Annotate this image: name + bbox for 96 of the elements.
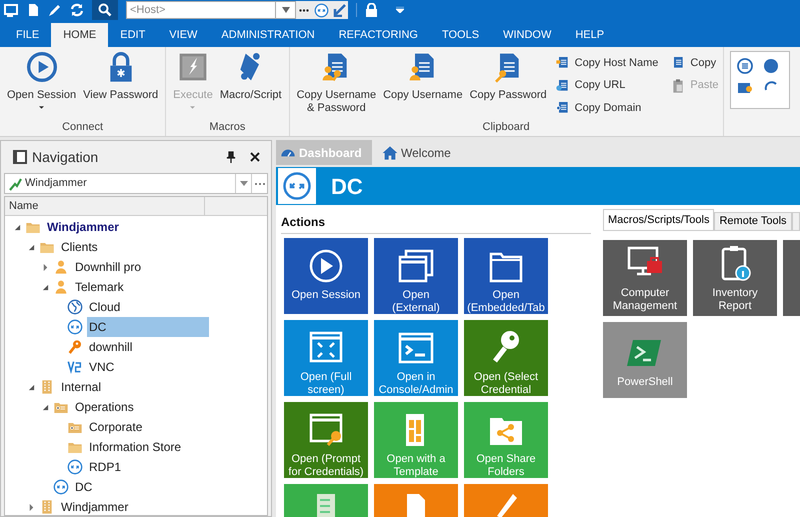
more-button[interactable] [296,1,312,19]
tools-tab[interactable]: Remote Tools [714,212,792,230]
expand-arrow-icon[interactable] [42,264,48,270]
collapse-arrow-icon[interactable] [14,224,20,230]
menu-tab[interactable]: HOME [51,23,108,47]
more-icon [299,8,309,12]
section-title: Actions [281,213,591,234]
window-icon[interactable] [4,3,18,17]
home-icon [382,144,398,160]
ribbon-button[interactable]: Copy Username [380,51,466,119]
remote-desktop-icon [282,171,312,201]
menu-tab[interactable]: HELP [563,23,616,47]
remote-desktop-icon [53,479,69,495]
tool-tile[interactable]: Inventory Report [693,240,777,316]
play-icon [26,51,58,83]
action-tile[interactable]: Open in Console/Admin [374,320,458,396]
host-field[interactable]: <Host> [126,1,276,19]
arrow-icon [333,4,346,16]
tree-item[interactable]: VNC [87,357,116,377]
menu-tab[interactable]: EDIT [108,23,158,47]
ribbon-button[interactable]: Copy Host Name [554,53,658,73]
ribbon-button[interactable]: Copy Username & Password [294,51,380,119]
action-tile[interactable]: Open (Embedded/Tab [464,238,548,314]
search-icon [98,3,112,17]
menu-tab[interactable]: WINDOW [491,23,564,47]
menu-tab[interactable]: REFACTORING [326,23,430,47]
remote-desktop-icon [67,319,83,335]
collapse-arrow-icon[interactable] [28,244,34,250]
vnc-icon [67,359,83,375]
pencil-icon [495,492,517,517]
ribbon-button[interactable]: Copy [670,53,719,73]
tree-item[interactable]: Operations [73,397,136,417]
tree-item[interactable]: Windjammer [45,217,121,237]
remote-desktop-icon [314,2,329,18]
tree-item[interactable]: downhill [87,337,134,357]
collapse-arrow-icon[interactable] [42,284,48,290]
tree-item[interactable]: Clients [59,237,100,257]
menu-tab[interactable]: VIEW [157,23,210,47]
expand-arrow-icon[interactable] [28,504,34,510]
tree-item[interactable]: Internal [59,377,104,397]
vault-dropdown[interactable]: Windjammer [4,173,268,194]
remote-desktop-icon [67,459,83,475]
close-icon[interactable] [250,152,260,162]
action-tile[interactable]: Open (External) [374,238,458,314]
group-label: Connect [61,120,104,135]
tree-item[interactable]: Cloud [87,297,122,317]
tree-item[interactable]: RDP1 [87,457,124,477]
person-icon [53,279,69,295]
document-tab[interactable]: Welcome [378,140,455,165]
checklist-icon [315,492,337,517]
pencil-icon[interactable] [48,3,62,17]
search-button[interactable] [92,0,118,20]
entry-title: DC [331,172,363,200]
collapse-arrow-icon[interactable] [28,384,34,390]
action-tile[interactable]: Open Session [284,238,368,314]
collapse-arrow-icon[interactable] [42,404,48,410]
tree-item[interactable]: Information Store [87,437,184,457]
tree-item[interactable]: Downhill pro [73,257,144,277]
tool-tile[interactable]: Computer Management [603,240,687,316]
padlock-icon[interactable] [365,3,378,17]
connect-button[interactable] [312,1,348,19]
menu-tab[interactable]: ADMINISTRATION [209,23,327,47]
menu-tab[interactable]: FILE [4,23,52,47]
lightning-icon [176,51,209,83]
action-tile[interactable]: Open (Prompt for Credentials) [284,402,368,478]
ribbon-button[interactable]: Open Session [4,51,80,119]
ribbon-button[interactable]: Copy Domain [554,98,658,118]
group-label: Macros [208,120,246,135]
tree-item[interactable]: Windjammer [59,497,130,515]
dropdown-arrow-icon [240,181,248,186]
dropdown-button[interactable] [276,1,296,19]
person-icon [53,259,69,275]
key-icon [67,339,83,355]
ribbon-button[interactable]: Macro/Script [216,51,285,119]
group-label: Clipboard [482,120,531,135]
ribbon-button[interactable]: Copy Password [466,51,550,119]
globe-icon [67,299,83,315]
page-icon [405,492,427,517]
menu-tab[interactable]: TOOLS [430,23,492,47]
action-tile[interactable]: Open (Select Credential [464,320,548,396]
tree-item[interactable]: DC [73,477,94,497]
customize-arrow-icon[interactable] [396,7,404,13]
list-icon[interactable] [736,58,753,74]
tree-item[interactable]: Corporate [87,417,144,437]
page-icon[interactable] [26,3,40,17]
pin-icon[interactable] [226,151,236,163]
tree-item[interactable]: Telemark [73,277,126,297]
ribbon-button[interactable]: View Password [80,51,162,119]
action-tile[interactable]: Open (Full screen) [284,320,368,396]
card-icon[interactable] [736,80,753,96]
tools-tab[interactable]: Macros/Scripts/Tools [603,209,714,230]
ribbon-button[interactable]: Copy URL [554,76,658,96]
panel-title: Navigation [32,148,98,167]
panel-icon [12,149,28,165]
tree-item[interactable]: DC [87,317,209,337]
dropdown-arrow-icon [282,7,290,13]
